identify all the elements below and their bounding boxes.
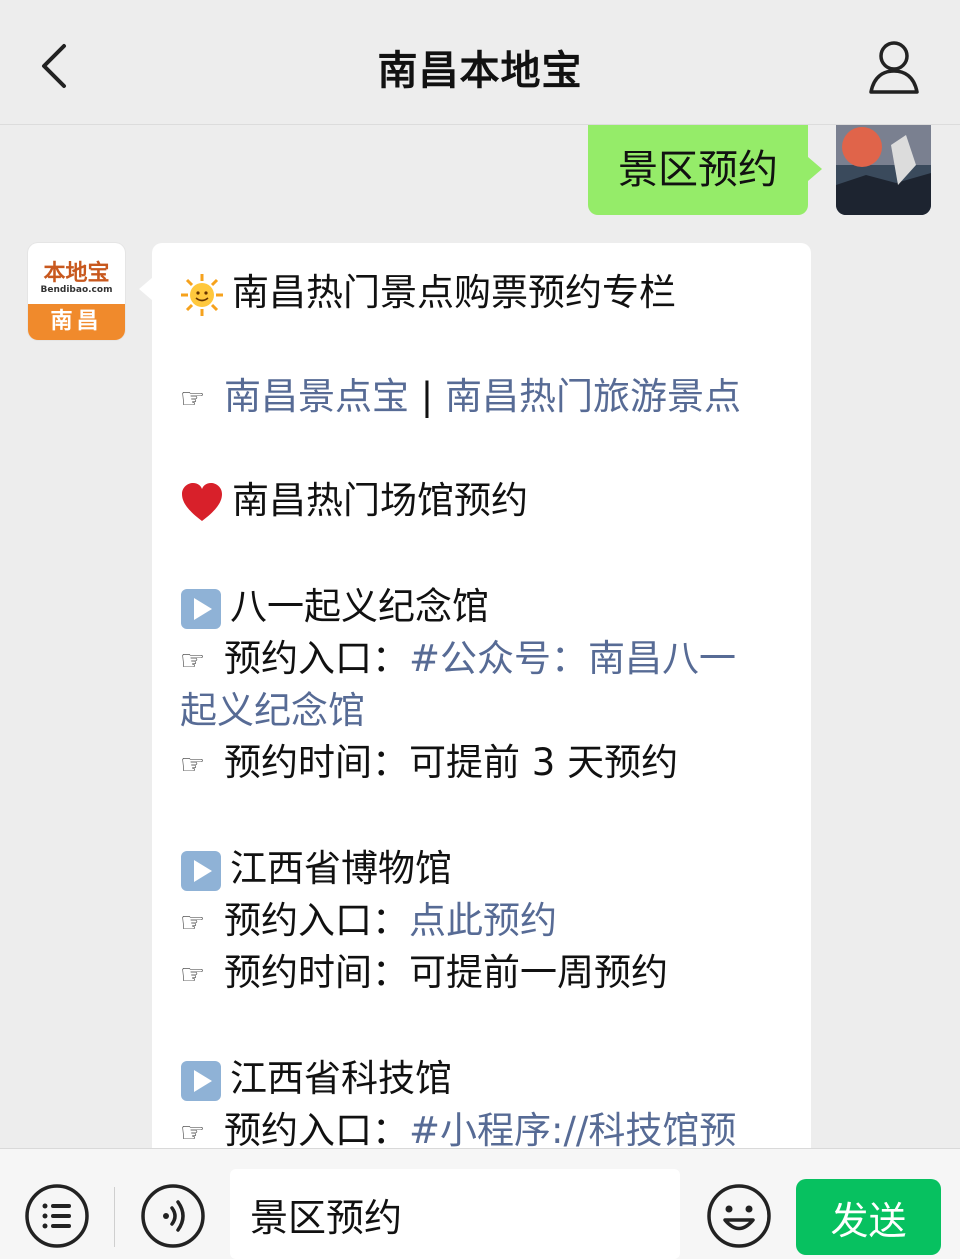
logo-text: 本地宝 xyxy=(43,260,110,286)
venue-entry-line: ☞ 预约入口：#公众号：南昌八一 xyxy=(180,633,736,687)
pointing-hand-icon: ☞ xyxy=(180,957,206,991)
headline-text: 南昌热门景点购票预约专栏 xyxy=(232,271,676,314)
venue-time-line: ☞ 预约时间：可提前 3 天预约 xyxy=(180,737,678,791)
official-account-avatar[interactable]: 本地宝 Bendibao.com 南昌 xyxy=(28,243,125,340)
venue-name-line: 江西省科技馆 xyxy=(180,1053,452,1105)
entry-link[interactable]: #公众号：南昌八一 xyxy=(409,637,736,680)
headline-line: 南昌热门景点购票预约专栏 xyxy=(180,267,676,319)
received-message-bubble: 南昌热门景点购票预约专栏 ☞ 南昌景点宝 | 南昌热门旅游景点 南昌热门场馆预约 … xyxy=(139,243,811,1148)
emoji-icon[interactable] xyxy=(706,1183,772,1249)
user-avatar[interactable] xyxy=(836,125,931,215)
chat-title: 南昌本地宝 xyxy=(377,48,583,94)
chat-header: 南昌本地宝 xyxy=(0,0,960,125)
send-button[interactable]: 发送 xyxy=(796,1179,941,1255)
menu-list-icon[interactable] xyxy=(24,1183,90,1249)
voice-icon[interactable] xyxy=(140,1183,206,1249)
input-bar: 发送 xyxy=(0,1148,960,1259)
input-divider xyxy=(114,1187,115,1247)
profile-icon[interactable] xyxy=(868,38,920,94)
time-label: 预约时间： xyxy=(224,741,409,784)
venue-entry-line: ☞ 预约入口：点此预约 xyxy=(180,895,557,949)
attractions-link[interactable]: 南昌景点宝 xyxy=(224,375,409,418)
play-button-icon xyxy=(181,588,221,629)
entry-label: 预约入口： xyxy=(224,637,409,680)
logo-domain: Bendibao.com xyxy=(40,285,113,295)
time-value: 可提前 3 天预约 xyxy=(409,741,679,784)
venue-entry-line: ☞ 预约入口：#小程序://科技馆预 xyxy=(180,1105,736,1148)
link-separator: | xyxy=(409,375,445,418)
message-input[interactable] xyxy=(230,1169,680,1259)
logo-city: 南昌 xyxy=(28,304,125,340)
sent-message-bubble[interactable]: 景区预约 xyxy=(588,125,822,215)
venues-heading-line: 南昌热门场馆预约 xyxy=(180,475,528,527)
heart-icon xyxy=(182,482,222,521)
venue-name: 八一起义纪念馆 xyxy=(230,585,489,628)
time-value: 可提前一周预约 xyxy=(409,951,668,994)
venue-name-line: 江西省博物馆 xyxy=(180,843,452,895)
venues-heading: 南昌热门场馆预约 xyxy=(232,479,528,522)
pointing-hand-icon: ☞ xyxy=(180,643,206,677)
play-button-icon xyxy=(181,1060,221,1101)
venue-name: 江西省科技馆 xyxy=(230,1057,452,1100)
chat-area[interactable]: 景区预约 本地宝 Bendibao.com 南昌 南昌热门景点购票预约专栏 ☞ … xyxy=(0,125,960,1148)
user-avatar-image xyxy=(836,125,931,215)
venue-name-line: 八一起义纪念馆 xyxy=(180,581,489,633)
hot-spots-link[interactable]: 南昌热门旅游景点 xyxy=(445,375,741,418)
links-line: ☞ 南昌景点宝 | 南昌热门旅游景点 xyxy=(180,371,741,425)
time-label: 预约时间： xyxy=(224,951,409,994)
venue-entry-continued: 起义纪念馆 xyxy=(180,685,365,737)
entry-link[interactable]: #小程序://科技馆预 xyxy=(409,1109,736,1148)
pointing-hand-icon: ☞ xyxy=(180,747,206,781)
entry-link-continued[interactable]: 起义纪念馆 xyxy=(180,689,365,732)
venue-time-line: ☞ 预约时间：可提前一周预约 xyxy=(180,947,668,1001)
pointing-hand-icon: ☞ xyxy=(180,905,206,939)
entry-label: 预约入口： xyxy=(224,1109,409,1148)
venue-name: 江西省博物馆 xyxy=(230,847,452,890)
entry-link[interactable]: 点此预约 xyxy=(409,899,557,942)
pointing-hand-icon: ☞ xyxy=(180,1115,206,1149)
entry-label: 预约入口： xyxy=(224,899,409,942)
sun-emoji-icon xyxy=(181,273,223,316)
pointing-hand-icon: ☞ xyxy=(180,381,206,415)
play-button-icon xyxy=(181,850,221,891)
